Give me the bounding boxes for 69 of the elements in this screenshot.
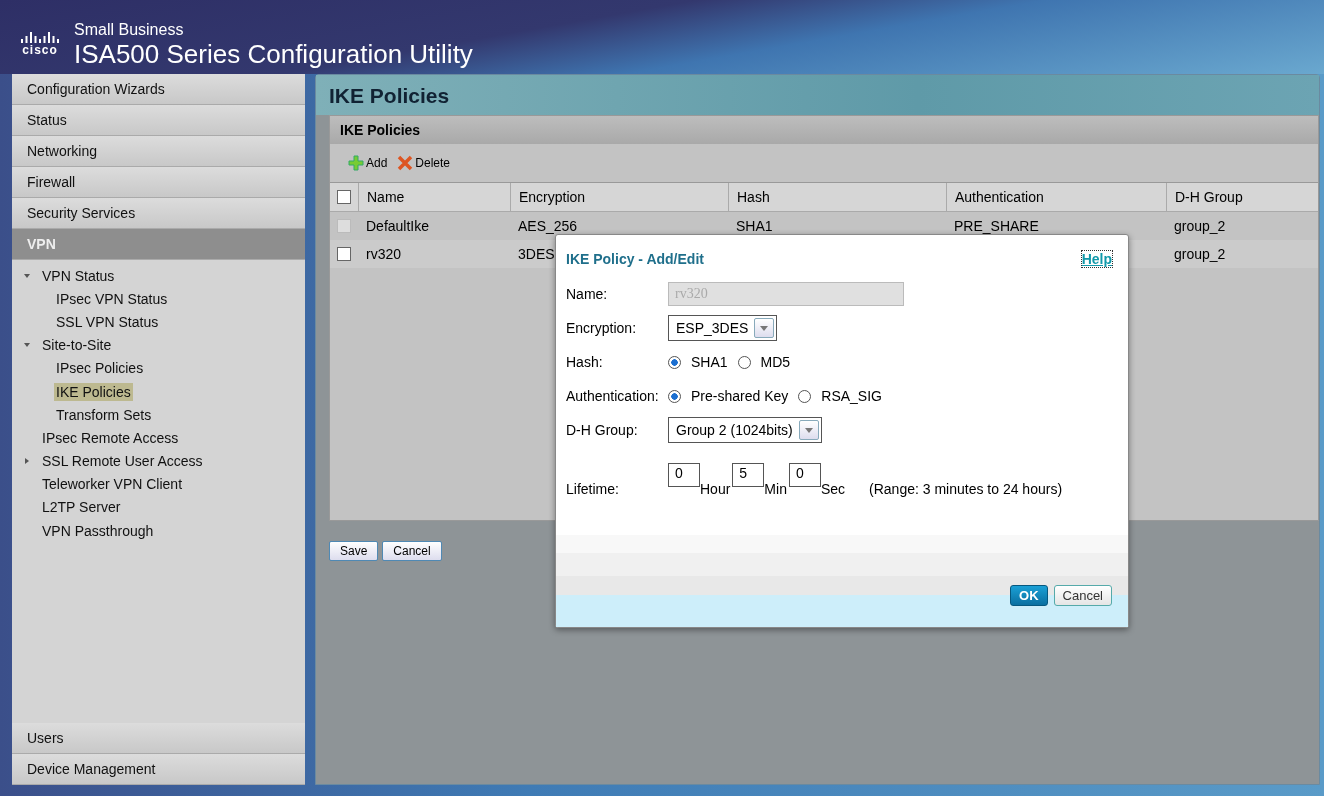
- dh-group-dropdown[interactable]: Group 2 (1024bits): [668, 417, 822, 443]
- table-cell: group_2: [1174, 218, 1226, 234]
- sidebar-section[interactable]: Security Services: [12, 198, 305, 229]
- column-header[interactable]: Authentication: [946, 183, 1166, 211]
- sidebar-section[interactable]: Users: [12, 723, 305, 754]
- tree-item[interactable]: IPsec Policies: [54, 359, 146, 378]
- tree-item[interactable]: Transform Sets: [54, 405, 154, 424]
- sidebar-section[interactable]: Firewall: [12, 167, 305, 198]
- row-checkbox[interactable]: [337, 247, 351, 261]
- app-title: ISA500 Series Configuration Utility: [74, 39, 473, 69]
- tree-item[interactable]: L2TP Server: [40, 498, 123, 517]
- unit-label: Min: [764, 481, 787, 497]
- tree-item[interactable]: SSL Remote User Access: [40, 452, 205, 471]
- sidebar-section[interactable]: Networking: [12, 136, 305, 167]
- brand-logo: cisco: [22, 43, 58, 57]
- plus-icon: [348, 155, 364, 171]
- radio-button[interactable]: Pre-shared Key: [668, 388, 789, 404]
- field-label: Encryption:: [566, 320, 638, 336]
- unit-label: Hour: [700, 481, 731, 497]
- field-label: Authentication:: [566, 388, 660, 404]
- column-header[interactable]: Name: [358, 183, 510, 211]
- table-cell: AES_256: [518, 218, 578, 234]
- logo-bars-icon: [20, 31, 60, 43]
- page-button[interactable]: Cancel: [382, 541, 442, 561]
- expanded-arrow-icon[interactable]: [22, 271, 32, 280]
- tree-item[interactable]: Teleworker VPN Client: [40, 475, 185, 494]
- tree-item[interactable]: SSL VPN Status: [54, 312, 161, 331]
- table-cell: rv320: [366, 246, 402, 262]
- tree-item[interactable]: Site-to-Site: [40, 336, 114, 355]
- ok-button[interactable]: OK: [1010, 585, 1048, 606]
- lifetime-field[interactable]: 0: [668, 463, 700, 487]
- column-header[interactable]: Hash: [728, 183, 946, 211]
- dialog-title: IKE Policy - Add/Edit: [566, 251, 704, 267]
- field-label: Lifetime:: [566, 481, 620, 497]
- sidebar-section[interactable]: Device Management: [12, 754, 305, 785]
- sidebar-section[interactable]: Status: [12, 105, 305, 136]
- radio-button[interactable]: MD5: [737, 354, 791, 370]
- select-all-checkbox[interactable]: [337, 190, 351, 204]
- tree-item[interactable]: IPsec Remote Access: [40, 428, 181, 447]
- table-cell: SHA1: [736, 218, 773, 234]
- column-header[interactable]: Encryption: [510, 183, 728, 211]
- field-label: D-H Group:: [566, 422, 639, 438]
- lifetime-field[interactable]: 5: [732, 463, 765, 487]
- unit-label: Sec: [820, 481, 846, 497]
- table-cell: PRE_SHARE: [954, 218, 1039, 234]
- radio-button[interactable]: SHA1: [668, 354, 728, 370]
- tree-item[interactable]: VPN Status: [40, 266, 117, 285]
- column-header[interactable]: D-H Group: [1166, 183, 1318, 211]
- range-hint: (Range: 3 minutes to 24 hours): [869, 481, 1063, 497]
- tree-item[interactable]: IKE Policies: [54, 382, 133, 401]
- x-icon: [397, 155, 414, 171]
- delete-button[interactable]: Delete: [397, 155, 451, 171]
- header-subtitle: Small Business: [74, 21, 185, 39]
- tree-item[interactable]: IPsec VPN Status: [54, 289, 170, 308]
- encryption-dropdown[interactable]: ESP_3DES: [668, 315, 778, 341]
- page-button[interactable]: Save: [329, 541, 379, 561]
- sidebar-section[interactable]: Configuration Wizards: [12, 74, 305, 105]
- tree-item[interactable]: VPN Passthrough: [40, 521, 156, 540]
- page-title: IKE Policies: [316, 75, 1319, 115]
- table-cell: DefaultIke: [366, 218, 430, 234]
- cancel-button[interactable]: Cancel: [1053, 585, 1112, 606]
- field-label: Hash:: [566, 354, 604, 370]
- table-cell: 3DES: [518, 246, 555, 262]
- panel-title: IKE Policies: [330, 116, 1318, 144]
- table-cell: group_2: [1174, 246, 1226, 262]
- field-label: Name:: [566, 286, 609, 302]
- add-button[interactable]: Add: [348, 155, 388, 171]
- radio-button[interactable]: RSA_SIG: [798, 388, 882, 404]
- lifetime-field[interactable]: 0: [788, 463, 821, 487]
